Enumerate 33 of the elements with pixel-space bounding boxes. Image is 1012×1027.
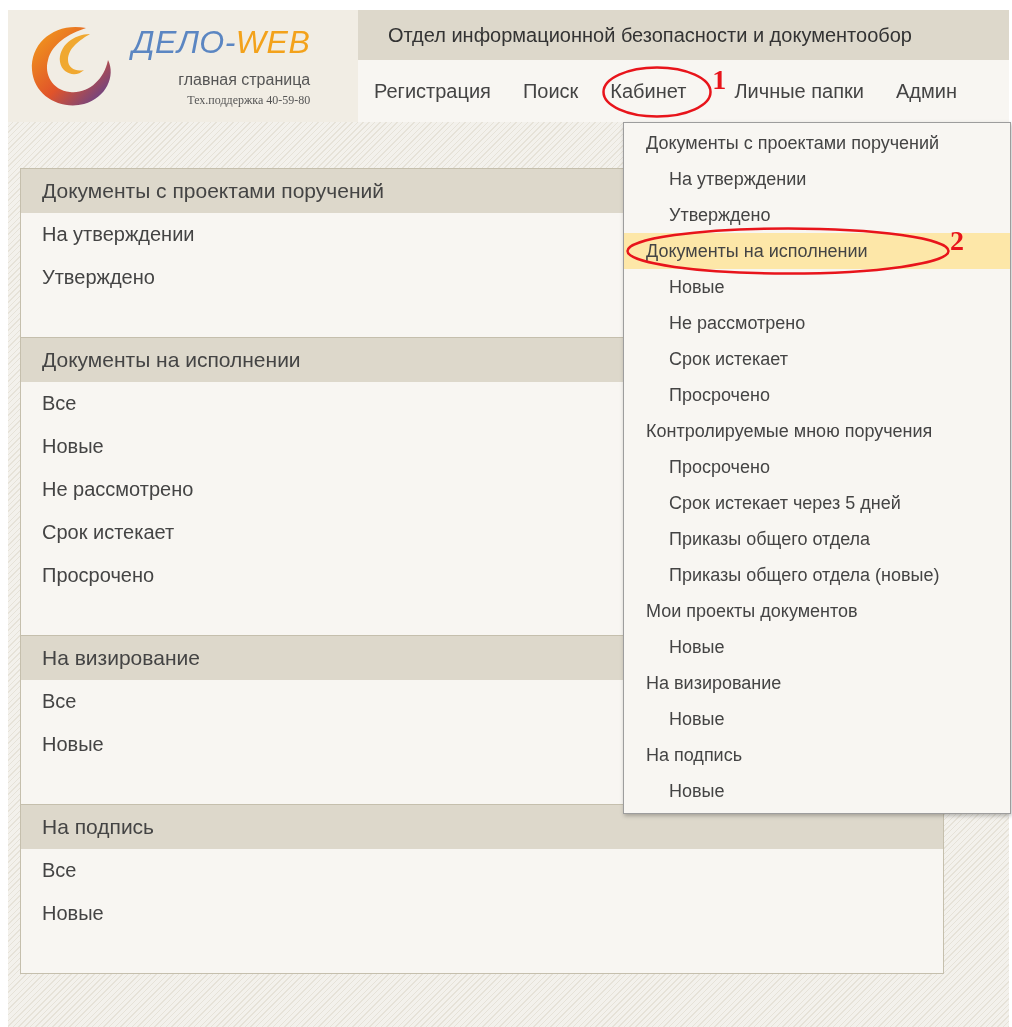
menu-item[interactable]: Новые (669, 701, 725, 737)
section-link[interactable]: Утверждено (21, 256, 155, 299)
annotation-number: 1 (712, 65, 727, 94)
section-title: На подпись (21, 805, 943, 849)
menu-item[interactable]: На подпись (646, 737, 743, 773)
section-link[interactable]: Срок истекает (21, 511, 175, 554)
nav-link[interactable]: Поиск (522, 79, 579, 103)
department-title: Отдел информационной безопасности и документообор (388, 23, 912, 47)
section-link[interactable]: Просрочено (21, 554, 155, 597)
section-link[interactable]: На утверждении (21, 213, 195, 256)
section-link[interactable]: Все (21, 382, 77, 425)
support-phone: Тех.поддержка 40-59-80 (187, 93, 311, 108)
section-link[interactable]: Новые (21, 425, 104, 468)
menu-item[interactable]: Срок истекает через 5 дней (669, 485, 901, 521)
menu-item[interactable]: Документы с проектами поручений (646, 125, 940, 161)
section-link[interactable]: Не рассмотрено (21, 468, 194, 511)
menu-item[interactable]: Срок истекает (669, 341, 788, 377)
home-link[interactable]: главная страница (178, 71, 311, 89)
nav-link[interactable]: Админ (895, 79, 957, 103)
annotation-number: 2 (950, 227, 964, 255)
menu-item[interactable]: Просрочено (669, 449, 770, 485)
nav-link[interactable]: Личные папки (734, 79, 864, 103)
section-link[interactable]: Новые (21, 723, 104, 766)
menu-item[interactable]: Контролируемые мною поручения (646, 413, 933, 449)
menu-item[interactable]: Приказы общего отдела (новые) (669, 557, 940, 593)
menu-item[interactable]: Мои проекты документов (646, 593, 858, 629)
menu-item[interactable]: Приказы общего отдела (669, 521, 871, 557)
menu-item[interactable]: Новые (669, 269, 725, 305)
section-link[interactable]: Все (21, 680, 77, 723)
section-link[interactable]: Все (21, 849, 77, 892)
nav-link[interactable]: Регистрация (374, 79, 491, 103)
menu-item[interactable]: Не рассмотрено (669, 305, 806, 341)
section-link[interactable]: Новые (21, 892, 104, 935)
